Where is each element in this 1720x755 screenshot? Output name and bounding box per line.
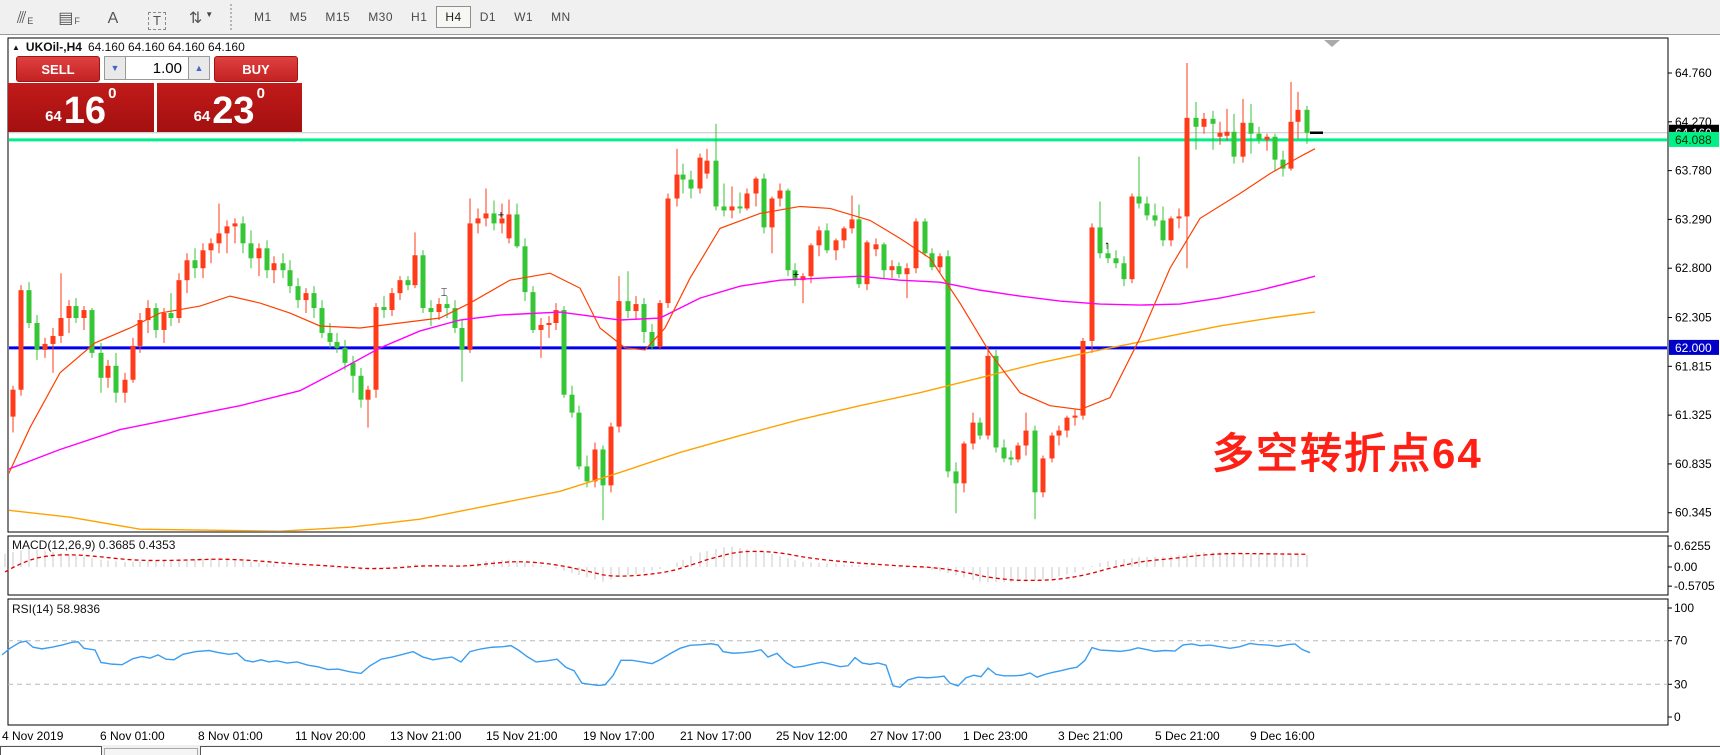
ohlc-values: 64.160 64.160 64.160 64.160 [87, 40, 245, 54]
order-row: SELL ▼ ▲ BUY [16, 56, 298, 82]
svg-text:19 Nov 17:00: 19 Nov 17:00 [583, 729, 655, 743]
rsi-label: RSI(14) 58.9836 [12, 602, 101, 616]
svg-text:70: 70 [1674, 634, 1688, 648]
symbol-collapse-icon[interactable]: ▲ [12, 43, 20, 52]
svg-text:↑: ↑ [1104, 239, 1110, 251]
svg-text:4 Nov 2019: 4 Nov 2019 [2, 729, 64, 743]
one-click-trading-panel: SELL ▼ ▲ BUY 64 16 0 64 23 0 [8, 56, 302, 132]
svg-text:+: + [498, 209, 504, 221]
sell-button[interactable]: SELL [16, 56, 100, 82]
chinese-annotation: 多空转折点64 [1212, 430, 1483, 477]
rsi-panel [7, 598, 1669, 726]
svg-text:9 Dec 16:00: 9 Dec 16:00 [1250, 729, 1315, 743]
sell-price-head: 64 [45, 108, 62, 125]
bottom-tab-2[interactable] [104, 748, 198, 755]
svg-text:6 Nov 01:00: 6 Nov 01:00 [100, 729, 165, 743]
svg-text:+: + [793, 269, 799, 281]
time-axis: 4 Nov 2019 6 Nov 01:00 8 Nov 01:00 11 Nov 2… [2, 729, 1315, 743]
svg-text:64.760: 64.760 [1675, 66, 1712, 80]
svg-text:62.000: 62.000 [1675, 341, 1712, 355]
svg-text:13 Nov 21:00: 13 Nov 21:00 [390, 729, 462, 743]
chart-title: ▲ UKOil-,H4 64.160 64.160 64.160 64.160 [12, 40, 253, 54]
buy-price-main: 23 [212, 90, 255, 132]
svg-text:60.835: 60.835 [1675, 457, 1712, 471]
svg-text:15 Nov 21:00: 15 Nov 21:00 [486, 729, 558, 743]
bottom-tab-bar [0, 745, 1720, 755]
svg-text:61.325: 61.325 [1675, 408, 1712, 422]
sell-price-box[interactable]: 64 16 0 [8, 83, 154, 132]
svg-text:-0.5705: -0.5705 [1674, 579, 1715, 593]
volume-increase-button[interactable]: ▲ [188, 56, 210, 80]
macd-panel [7, 535, 1669, 596]
svg-text:30: 30 [1674, 677, 1688, 691]
macd-axis: 0.6255 0.00 -0.5705 [1668, 539, 1715, 593]
svg-text:61.815: 61.815 [1675, 359, 1712, 373]
svg-text:8 Nov 01:00: 8 Nov 01:00 [198, 729, 263, 743]
svg-text:0.00: 0.00 [1674, 560, 1698, 574]
svg-text:60.345: 60.345 [1675, 506, 1712, 520]
volume-decrease-button[interactable]: ▼ [104, 56, 126, 80]
svg-text:62.305: 62.305 [1675, 311, 1712, 325]
buy-button[interactable]: BUY [214, 56, 298, 82]
svg-text:100: 100 [1674, 601, 1694, 615]
svg-text:27 Nov 17:00: 27 Nov 17:00 [870, 729, 942, 743]
buy-price-box[interactable]: 64 23 0 [156, 83, 302, 132]
volume-stepper: ▼ ▲ [104, 56, 210, 80]
svg-text:1 Dec 23:00: 1 Dec 23:00 [963, 729, 1028, 743]
macd-label: MACD(12,26,9) 0.3685 0.4353 [12, 538, 176, 552]
svg-text:5 Dec 21:00: 5 Dec 21:00 [1155, 729, 1220, 743]
volume-input[interactable] [126, 56, 188, 80]
svg-text:64.088: 64.088 [1675, 133, 1712, 147]
svg-text:62.800: 62.800 [1675, 261, 1712, 275]
sell-price-pip: 0 [108, 85, 117, 102]
buy-price-pip: 0 [256, 85, 265, 102]
buy-price-head: 64 [193, 108, 211, 125]
svg-text:11 Nov 20:00: 11 Nov 20:00 [295, 729, 366, 743]
sell-price-main: 16 [63, 90, 107, 132]
symbol-name: UKOil-,H4 [25, 40, 82, 54]
svg-text:0.6255: 0.6255 [1674, 539, 1711, 553]
svg-text:25 Nov 12:00: 25 Nov 12:00 [776, 729, 848, 743]
rsi-axis: 100 70 30 0 [1668, 601, 1694, 724]
price-boxes: 64 16 0 64 23 0 [8, 83, 302, 132]
svg-text:63.780: 63.780 [1675, 164, 1712, 178]
svg-text:21 Nov 17:00: 21 Nov 17:00 [680, 729, 752, 743]
svg-text:3 Dec 21:00: 3 Dec 21:00 [1058, 729, 1123, 743]
mt4-trading-window: ⫻ E ▤ F A T ⇅ ▼ M1 M5 M15 M30 H1 H4 D1 W1 MN ⌶ + + ↑ 64.760… [0, 0, 1720, 755]
bottom-status-strip [200, 746, 1720, 755]
svg-text:0: 0 [1674, 710, 1681, 724]
price-axis: 64.76064.27063.78063.29062.80062.30561.8… [1668, 66, 1719, 520]
svg-text:⌶: ⌶ [441, 287, 448, 299]
svg-text:63.290: 63.290 [1675, 212, 1712, 226]
bottom-tab-1[interactable] [0, 746, 102, 755]
